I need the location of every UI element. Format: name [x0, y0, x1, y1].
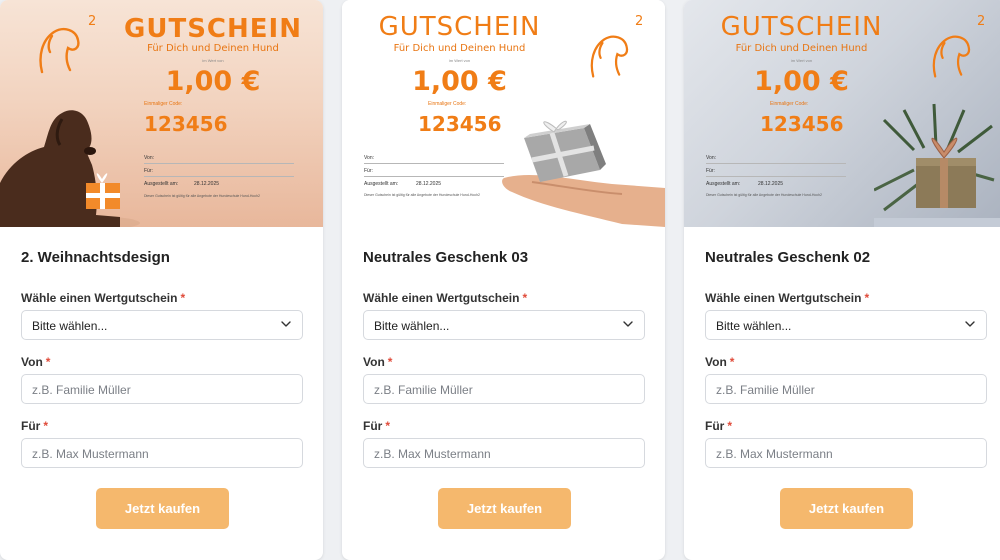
logo-superscript: 2 — [88, 14, 97, 29]
voucher-value-label: im Wert von — [790, 58, 813, 63]
voucher-fuer-field: Für: — [364, 168, 373, 174]
card-title: Neutrales Geschenk 03 — [363, 249, 529, 266]
wertgutschein-select[interactable]: Bitte wählen... — [363, 310, 645, 340]
voucher-note: Dieser Gutschein ist gültig für alle Ang… — [144, 194, 260, 198]
fuer-input[interactable]: z.B. Max Mustermann — [363, 438, 645, 468]
voucher-card: GUTSCHEIN Für Dich und Deinen Hund im We… — [684, 0, 1000, 560]
voucher-von-field: Von: — [706, 155, 717, 161]
von-placeholder: z.B. Familie Müller — [32, 383, 131, 397]
chevron-down-icon — [964, 318, 976, 330]
fuer-input[interactable]: z.B. Max Mustermann — [705, 438, 987, 468]
fuer-placeholder: z.B. Max Mustermann — [716, 447, 833, 461]
voucher-card: GUTSCHEIN Für Dich und Deinen Hund im We… — [342, 0, 665, 560]
select-value: Bitte wählen... — [716, 319, 792, 333]
wertgutschein-select[interactable]: Bitte wählen... — [21, 310, 303, 340]
voucher-code-label: Einmaliger Code: — [428, 101, 467, 107]
voucher-subtitle: Für Dich und Deinen Hund — [735, 43, 868, 54]
voucher-amount: 1,00 € — [754, 66, 849, 97]
voucher-issued-field: Ausgestellt am: 28.12.2025 — [706, 181, 784, 187]
fuer-label: Für * — [21, 419, 49, 433]
fuer-placeholder: z.B. Max Mustermann — [374, 447, 491, 461]
voucher-note: Dieser Gutschein ist gültig für alle Ang… — [364, 193, 480, 197]
select-value: Bitte wählen... — [374, 319, 450, 333]
voucher-preview-image[interactable]: 2 GUTSCHEIN Für Dich und Deinen Hund im … — [0, 0, 323, 227]
voucher-code: 123456 — [144, 112, 228, 136]
von-input[interactable]: z.B. Familie Müller — [705, 374, 987, 404]
fuer-input[interactable]: z.B. Max Mustermann — [21, 438, 303, 468]
card-title: 2. Weihnachtsdesign — [21, 249, 170, 266]
chevron-down-icon — [280, 318, 292, 330]
von-label: Von * — [21, 355, 51, 369]
voucher-value-label: im Wert von — [448, 58, 471, 63]
voucher-amount: 1,00 € — [165, 66, 261, 97]
dog-logo-icon — [932, 35, 971, 78]
voucher-fuer-field: Für: — [706, 168, 715, 174]
voucher-value-label: im Wert von — [202, 58, 224, 63]
buy-button[interactable]: Jetzt kaufen — [96, 488, 229, 529]
voucher-issued-field: Ausgestellt am: 28.12.2025 — [364, 181, 442, 187]
wert-label: Wähle einen Wertgutschein * — [363, 291, 528, 305]
voucher-subtitle: Für Dich und Deinen Hund — [393, 43, 526, 54]
fuer-label: Für * — [705, 419, 733, 433]
von-label: Von * — [363, 355, 393, 369]
dog-with-gift-image — [0, 110, 140, 227]
card-title: Neutrales Geschenk 02 — [705, 249, 871, 266]
voucher-code-label: Einmaliger Code: — [144, 101, 183, 107]
logo-superscript: 2 — [635, 14, 644, 29]
voucher-von-field: Von: — [364, 155, 375, 161]
voucher-card: 2 GUTSCHEIN Für Dich und Deinen Hund im … — [0, 0, 323, 560]
buy-button[interactable]: Jetzt kaufen — [438, 488, 571, 529]
voucher-subtitle: Für Dich und Deinen Hund — [147, 43, 279, 54]
von-input[interactable]: z.B. Familie Müller — [21, 374, 303, 404]
wert-label: Wähle einen Wertgutschein * — [705, 291, 870, 305]
fuer-label: Für * — [363, 419, 391, 433]
von-input[interactable]: z.B. Familie Müller — [363, 374, 645, 404]
select-value: Bitte wählen... — [32, 319, 108, 333]
voucher-code-label: Einmaliger Code: — [770, 101, 809, 107]
von-placeholder: z.B. Familie Müller — [374, 383, 473, 397]
hand-holding-gift-image — [502, 120, 665, 227]
voucher-fuer-field: Für: — [144, 168, 153, 174]
voucher-note: Dieser Gutschein ist gültig für alle Ang… — [706, 193, 822, 197]
voucher-title: GUTSCHEIN — [378, 12, 541, 42]
voucher-title: GUTSCHEIN — [720, 12, 883, 42]
chevron-down-icon — [622, 318, 634, 330]
wert-label: Wähle einen Wertgutschein * — [21, 291, 186, 305]
voucher-code: 123456 — [760, 112, 844, 136]
wrapped-gift-with-branches-image — [874, 103, 1000, 227]
voucher-code: 123456 — [418, 112, 502, 136]
voucher-title: GUTSCHEIN — [124, 14, 302, 44]
logo-superscript: 2 — [977, 14, 986, 29]
voucher-preview-image[interactable]: GUTSCHEIN Für Dich und Deinen Hund im We… — [342, 0, 665, 227]
fuer-placeholder: z.B. Max Mustermann — [32, 447, 149, 461]
dog-logo-icon — [39, 28, 80, 74]
von-label: Von * — [705, 355, 735, 369]
von-placeholder: z.B. Familie Müller — [716, 383, 815, 397]
voucher-preview-image[interactable]: GUTSCHEIN Für Dich und Deinen Hund im We… — [684, 0, 1000, 227]
voucher-issued-field: Ausgestellt am: 28.12.2025 — [144, 181, 220, 187]
buy-button[interactable]: Jetzt kaufen — [780, 488, 913, 529]
voucher-amount: 1,00 € — [412, 66, 507, 97]
voucher-von-field: Von: — [144, 155, 155, 161]
wertgutschein-select[interactable]: Bitte wählen... — [705, 310, 987, 340]
dog-logo-icon — [590, 35, 629, 78]
